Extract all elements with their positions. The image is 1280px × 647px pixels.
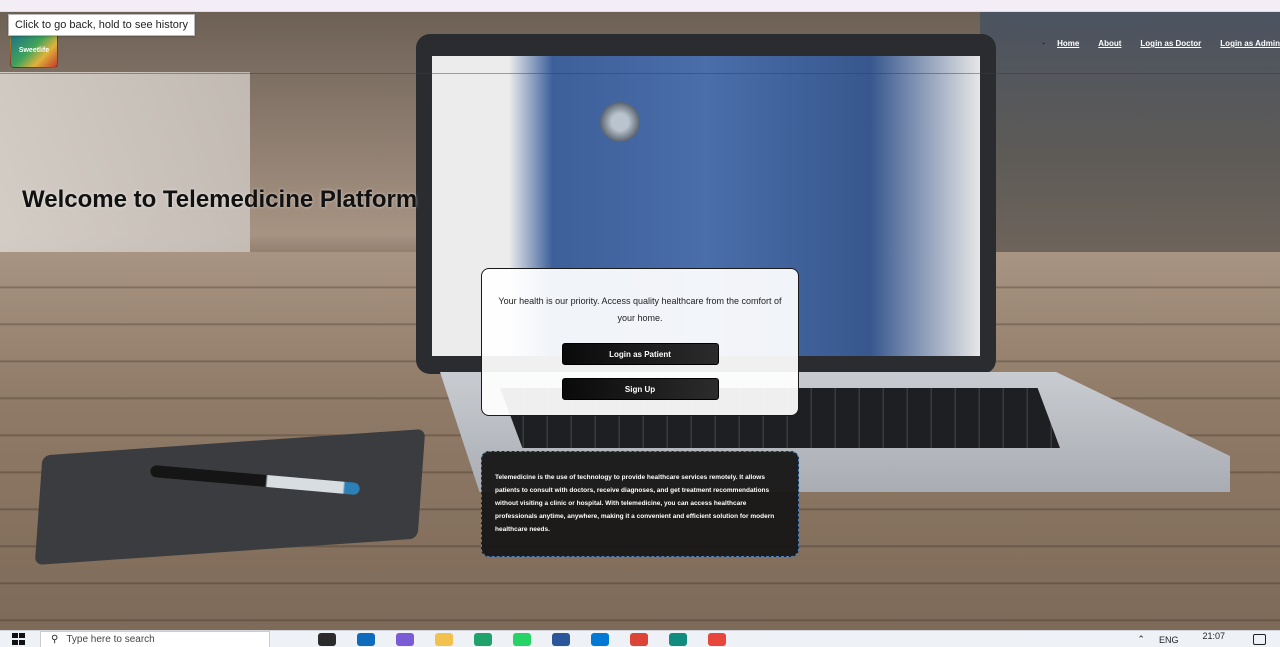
site-logo[interactable]: Sweetlife	[10, 32, 58, 68]
system-tray: ⌃ ENG 21:07	[1137, 631, 1266, 647]
stethoscope-image	[600, 102, 640, 142]
windows-start-icon[interactable]	[12, 633, 26, 645]
outlook-icon[interactable]	[357, 632, 375, 646]
whatsapp-alt-icon[interactable]	[669, 632, 687, 646]
clock[interactable]: 21:07	[1202, 631, 1225, 641]
edge-icon[interactable]	[474, 632, 492, 646]
vscode-icon[interactable]	[591, 632, 609, 646]
taskbar-apps	[270, 632, 726, 646]
nav-link-about[interactable]: About	[1098, 39, 1121, 48]
info-text: Telemedicine is the use of technology to…	[495, 474, 775, 533]
word-icon[interactable]	[552, 632, 570, 646]
nav-link-login-doctor[interactable]: Login as Doctor	[1140, 39, 1201, 48]
card-tagline: Your health is our priority. Access qual…	[498, 296, 782, 323]
task-view-icon[interactable]	[318, 632, 336, 646]
whatsapp-icon[interactable]	[513, 632, 531, 646]
language-indicator[interactable]: ENG	[1159, 635, 1179, 645]
copilot-icon[interactable]	[396, 632, 414, 646]
taskbar-search-input[interactable]: ⚲ Type here to search	[40, 630, 270, 647]
notification-icon[interactable]	[1253, 634, 1266, 645]
chevron-up-icon[interactable]: ⌃	[1137, 634, 1145, 645]
nav-link-home[interactable]: Home	[1057, 39, 1079, 48]
telemedicine-info-box: Telemedicine is the use of technology to…	[481, 451, 799, 557]
browser-toolbar	[0, 0, 1280, 12]
signup-button[interactable]: Sign Up	[561, 378, 719, 400]
file-explorer-icon[interactable]	[435, 632, 453, 646]
login-card: Your health is our priority. Access qual…	[481, 268, 799, 416]
os-taskbar: ⚲ Type here to search ⌃ ENG 21:07	[0, 630, 1280, 647]
nav-links: • Home About Login as Doctor Login as Ad…	[1042, 39, 1280, 48]
taskbar-search-placeholder: Type here to search	[66, 633, 155, 645]
chrome-icon[interactable]	[630, 632, 648, 646]
nav-bullet-icon: •	[1042, 39, 1046, 48]
nav-link-login-admin[interactable]: Login as Admin	[1220, 39, 1280, 48]
chrome-alt-icon[interactable]	[708, 632, 726, 646]
background-wall	[0, 72, 250, 272]
page-title: Welcome to Telemedicine Platform	[22, 186, 418, 213]
back-button-tooltip: Click to go back, hold to see history	[8, 14, 196, 36]
search-icon: ⚲	[51, 633, 59, 645]
login-patient-button[interactable]: Login as Patient	[561, 343, 719, 365]
